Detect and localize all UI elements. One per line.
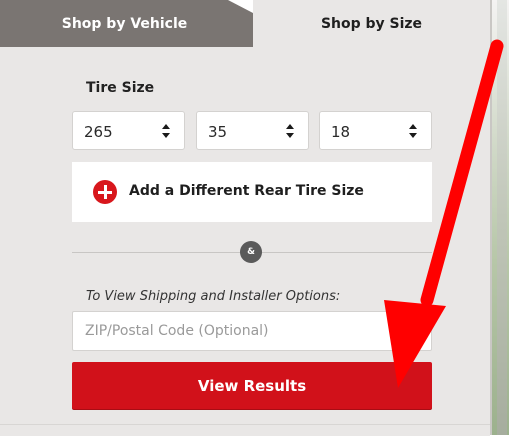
- up-down-caret-icon: [162, 124, 170, 138]
- tire-ratio-select[interactable]: 35: [196, 111, 309, 150]
- tire-ratio-value: 35: [208, 123, 228, 141]
- tab-shop-by-vehicle[interactable]: Shop by Vehicle: [0, 0, 253, 47]
- zip-code-input[interactable]: [72, 311, 432, 351]
- tab-shop-by-size-label: Shop by Size: [320, 15, 423, 32]
- up-down-caret-icon: [286, 124, 294, 138]
- add-rear-tire-size-button[interactable]: Add a Different Rear Tire Size: [72, 162, 432, 222]
- tire-rim-select[interactable]: 18: [319, 111, 432, 150]
- view-results-button[interactable]: View Results: [72, 362, 432, 409]
- tire-width-value: 265: [84, 123, 113, 141]
- plus-circle-icon: [93, 180, 117, 204]
- tab-shop-by-size[interactable]: Shop by Size: [253, 0, 490, 47]
- background-slat: [497, 0, 507, 435]
- tire-width-select[interactable]: 265: [72, 111, 185, 150]
- tab-shop-by-vehicle-label: Shop by Vehicle: [61, 15, 188, 32]
- shipping-options-label: To View Shipping and Installer Options:: [86, 289, 341, 304]
- tab-notch-decoration: [228, 0, 253, 13]
- up-down-caret-icon: [409, 124, 417, 138]
- background-edge: [490, 0, 509, 435]
- and-badge: &: [240, 241, 262, 263]
- panel-bottom-edge: [0, 424, 490, 436]
- add-rear-tire-size-label: Add a Different Rear Tire Size: [129, 183, 364, 199]
- tire-size-heading: Tire Size: [86, 80, 155, 96]
- tire-rim-value: 18: [331, 123, 351, 141]
